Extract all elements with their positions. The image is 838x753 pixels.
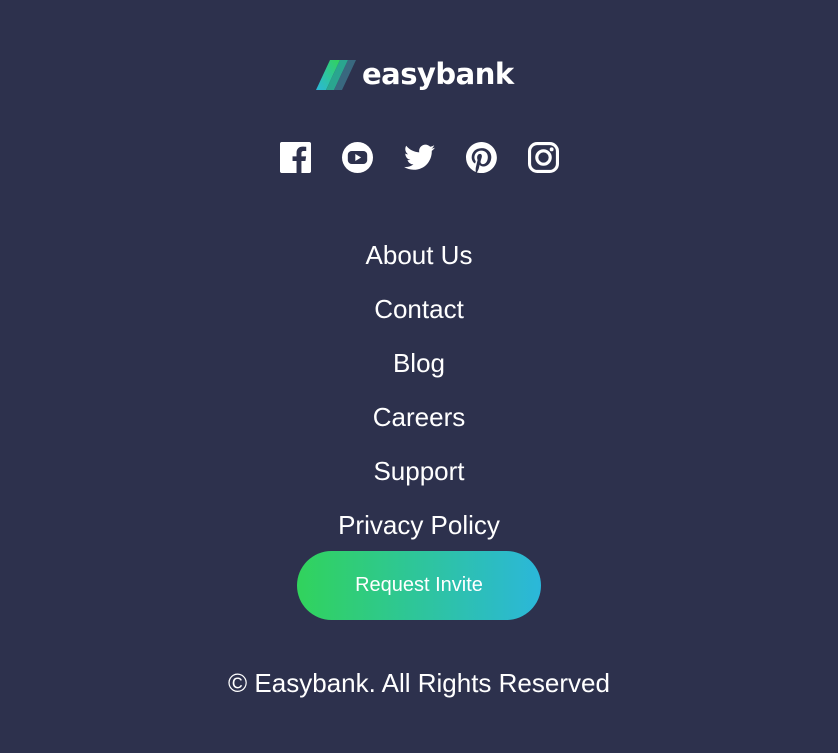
footer-link-label[interactable]: Blog: [393, 348, 445, 378]
footer-link-label[interactable]: Careers: [373, 402, 465, 432]
easybank-logo[interactable]: easybank: [316, 56, 514, 92]
facebook-link[interactable]: [279, 140, 311, 174]
footer-link-about-us: About Us: [0, 234, 838, 288]
twitter-link[interactable]: [403, 140, 435, 174]
footer-link-support: Support: [0, 450, 838, 504]
pinterest-link[interactable]: [465, 140, 497, 174]
social-links: [0, 140, 838, 174]
instagram-link[interactable]: [527, 140, 559, 174]
youtube-icon: [341, 141, 373, 173]
copyright-text: © Easybank. All Rights Reserved: [228, 668, 610, 698]
footer-link-label[interactable]: Support: [373, 456, 464, 486]
footer-link-blog: Blog: [0, 342, 838, 396]
footer-link-label[interactable]: Privacy Policy: [338, 510, 500, 540]
youtube-link[interactable]: [341, 140, 373, 174]
logo-text: easybank: [362, 57, 514, 91]
twitter-icon: [403, 144, 435, 170]
pinterest-icon: [465, 141, 497, 173]
footer-link-contact: Contact: [0, 288, 838, 342]
request-invite-button[interactable]: Request Invite: [297, 551, 541, 620]
footer-link-careers: Careers: [0, 396, 838, 450]
site-footer: easybank About Us Contact Blog Careers S…: [0, 0, 838, 753]
footer-link-privacy-policy: Privacy Policy: [0, 504, 838, 558]
easybank-logo-mark-icon: [316, 60, 356, 90]
footer-link-label[interactable]: Contact: [374, 294, 464, 324]
footer-nav: About Us Contact Blog Careers Support Pr…: [0, 234, 838, 558]
instagram-icon: [527, 141, 559, 173]
facebook-icon: [279, 141, 311, 173]
footer-link-label[interactable]: About Us: [366, 240, 473, 270]
